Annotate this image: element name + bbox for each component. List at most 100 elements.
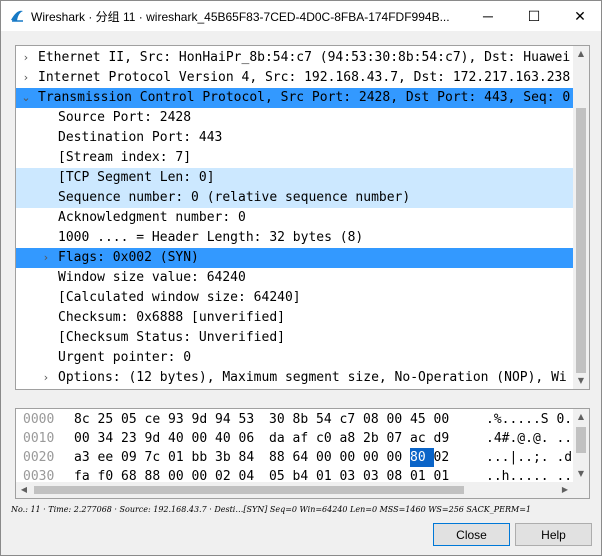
- hex-byte[interactable]: 40: [215, 429, 239, 448]
- hex-byte[interactable]: 06: [239, 429, 263, 448]
- hex-byte[interactable]: 2b: [363, 429, 387, 448]
- detail-scroll-thumb[interactable]: [576, 108, 586, 373]
- packet-detail-tree[interactable]: › Ethernet II, Src: HonHaiPr_8b:54:c7 (94…: [15, 45, 590, 390]
- hex-bytes[interactable]: a3 ee 09 7c 01 bb 3b 84 88 64 00 00 00 00 80 02: [74, 448, 457, 467]
- close-button[interactable]: Close: [433, 523, 510, 546]
- hex-byte[interactable]: 9d: [145, 429, 169, 448]
- hex-byte[interactable]: 09: [121, 448, 145, 467]
- hex-byte[interactable]: af: [293, 429, 317, 448]
- packet-bytes-pane[interactable]: 0000 8c 25 05 ce 93 9d 94 53 30 8b 54 c7 08 00 45 00.%..…: [15, 408, 590, 499]
- expanded-chevron-icon[interactable]: ⌄: [20, 88, 32, 108]
- hex-byte[interactable]: 9d: [192, 410, 216, 429]
- hex-byte[interactable]: a3: [74, 448, 98, 467]
- hex-byte[interactable]: bb: [192, 448, 216, 467]
- hex-byte[interactable]: 02: [434, 448, 458, 467]
- hex-byte[interactable]: ac: [410, 429, 434, 448]
- hex-byte[interactable]: c7: [340, 410, 364, 429]
- selected-hex-byte[interactable]: 80: [410, 448, 434, 467]
- tree-item[interactable]: › Internet Protocol Version 4, Src: 192.1…: [16, 68, 573, 88]
- tree-item[interactable]: › Ethernet II, Src: HonHaiPr_8b:54:c7 (94…: [16, 48, 573, 68]
- hex-byte[interactable]: 23: [121, 429, 145, 448]
- hex-byte[interactable]: 7c: [145, 448, 169, 467]
- tree-item[interactable]: Acknowledgment number: 0: [16, 208, 573, 228]
- ascii-bytes[interactable]: .4#.@.@. ..: [486, 429, 572, 448]
- collapsed-chevron-icon[interactable]: ›: [20, 48, 32, 68]
- collapsed-chevron-icon[interactable]: ›: [40, 248, 52, 268]
- hex-byte[interactable]: 00: [192, 429, 216, 448]
- maximize-button[interactable]: ☐: [511, 1, 557, 31]
- minimize-button[interactable]: ─: [465, 1, 511, 31]
- tree-item[interactable]: 1000 .... = Header Length: 32 bytes (8): [16, 228, 573, 248]
- tree-item-label: [Calculated window size: 64240]: [58, 290, 301, 305]
- tree-item[interactable]: Urgent pointer: 0: [16, 348, 573, 368]
- bytes-row[interactable]: 0020 a3 ee 09 7c 01 bb 3b 84 88 64 00 00 00 00 80 02 ...|…: [16, 448, 573, 467]
- hex-byte[interactable]: c0: [316, 429, 340, 448]
- hex-byte[interactable]: 00: [363, 448, 387, 467]
- hex-byte[interactable]: ee: [98, 448, 122, 467]
- hex-byte[interactable]: da: [269, 429, 293, 448]
- hex-byte[interactable]: 93: [168, 410, 192, 429]
- bytes-row[interactable]: 0010 00 34 23 9d 40 00 40 06 da af c0 a8 2b 07 ac d9.4#.…: [16, 429, 573, 448]
- detail-vertical-scrollbar[interactable]: ▲ ▼: [573, 46, 589, 389]
- hex-byte[interactable]: 94: [215, 410, 239, 429]
- hex-byte[interactable]: 05: [121, 410, 145, 429]
- scroll-down-icon[interactable]: ▼: [573, 373, 589, 389]
- hex-byte[interactable]: 54: [316, 410, 340, 429]
- hex-byte[interactable]: 8c: [74, 410, 98, 429]
- scroll-up-icon[interactable]: ▲: [573, 46, 589, 62]
- hex-byte[interactable]: 64: [293, 448, 317, 467]
- bytes-scroll-thumb[interactable]: [576, 427, 586, 453]
- hex-byte[interactable]: 00: [74, 429, 98, 448]
- hex-byte[interactable]: 00: [434, 410, 458, 429]
- close-window-button[interactable]: ✕: [557, 1, 602, 31]
- hex-byte[interactable]: ce: [145, 410, 169, 429]
- hex-byte[interactable]: 45: [410, 410, 434, 429]
- collapsed-chevron-icon[interactable]: ›: [20, 68, 32, 88]
- hex-byte[interactable]: 01: [168, 448, 192, 467]
- hex-bytes[interactable]: 00 34 23 9d 40 00 40 06 da af c0 a8 2b 07 ac d9: [74, 429, 457, 448]
- hex-byte[interactable]: 00: [340, 448, 364, 467]
- tree-item[interactable]: [TCP Segment Len: 0]: [16, 168, 573, 188]
- tree-item[interactable]: Sequence number: 0 (relative sequence nu…: [16, 188, 573, 208]
- bytes-scroll-up-icon[interactable]: ▲: [573, 409, 589, 425]
- hex-byte[interactable]: 88: [269, 448, 293, 467]
- hex-byte[interactable]: 34: [98, 429, 122, 448]
- hex-bytes[interactable]: 8c 25 05 ce 93 9d 94 53 30 8b 54 c7 08 00 45 00: [74, 410, 457, 429]
- tree-item[interactable]: Window size value: 64240: [16, 268, 573, 288]
- hex-byte[interactable]: 00: [316, 448, 340, 467]
- hex-byte[interactable]: 30: [269, 410, 293, 429]
- tree-item[interactable]: › Flags: 0x002 (SYN): [16, 248, 573, 268]
- hex-byte[interactable]: 07: [387, 429, 411, 448]
- tree-item[interactable]: › Options: (12 bytes), Maximum segment si…: [16, 368, 573, 388]
- hex-byte[interactable]: 00: [387, 410, 411, 429]
- hex-byte[interactable]: 3b: [215, 448, 239, 467]
- tree-item[interactable]: Source Port: 2428: [16, 108, 573, 128]
- hex-byte[interactable]: 00: [387, 448, 411, 467]
- tree-item[interactable]: Destination Port: 443: [16, 128, 573, 148]
- collapsed-chevron-icon[interactable]: ›: [40, 368, 52, 388]
- tree-item[interactable]: ⌄ Transmission Control Protocol, Src Port…: [16, 88, 573, 108]
- ascii-bytes[interactable]: ...|..;. .d: [486, 448, 572, 467]
- hex-byte[interactable]: 84: [239, 448, 263, 467]
- hex-byte[interactable]: 53: [239, 410, 263, 429]
- hex-byte[interactable]: 40: [168, 429, 192, 448]
- help-button[interactable]: Help: [515, 523, 592, 546]
- tree-item[interactable]: [Checksum Status: Unverified]: [16, 328, 573, 348]
- bytes-horizontal-scrollbar[interactable]: ◀ ▶: [16, 482, 573, 498]
- ascii-bytes[interactable]: .%.....S 0.: [486, 410, 572, 429]
- hex-byte[interactable]: a8: [340, 429, 364, 448]
- hex-byte[interactable]: 8b: [293, 410, 317, 429]
- tree-item[interactable]: [Stream index: 7]: [16, 148, 573, 168]
- hex-byte[interactable]: 08: [363, 410, 387, 429]
- tree-item[interactable]: [Calculated window size: 64240]: [16, 288, 573, 308]
- hex-byte[interactable]: d9: [434, 429, 458, 448]
- packet-summary-status: No.: 11 · Time: 2.277068 · Source: 192.1…: [11, 505, 532, 514]
- hex-byte[interactable]: 25: [98, 410, 122, 429]
- bytes-hscroll-thumb[interactable]: [34, 486, 464, 494]
- tree-item[interactable]: Checksum: 0x6888 [unverified]: [16, 308, 573, 328]
- bytes-row[interactable]: 0000 8c 25 05 ce 93 9d 94 53 30 8b 54 c7 08 00 45 00.%..…: [16, 410, 573, 429]
- bytes-scroll-right-icon[interactable]: ▶: [557, 482, 573, 498]
- bytes-vertical-scrollbar[interactable]: ▲ ▼: [573, 409, 589, 498]
- bytes-scroll-left-icon[interactable]: ◀: [16, 482, 32, 498]
- bytes-scroll-down-icon[interactable]: ▼: [573, 466, 589, 482]
